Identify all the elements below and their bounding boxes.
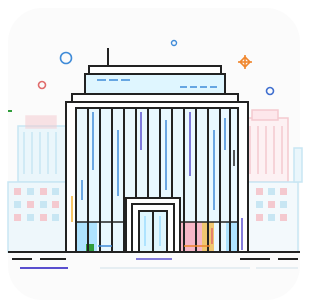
- office-building-icon: [7, 39, 303, 269]
- decor-circle-blue-icon: [59, 51, 73, 65]
- decor-circle-navy-icon: [265, 86, 275, 96]
- top-band: [84, 73, 226, 95]
- decor-circle-red-icon: [37, 80, 47, 90]
- decor-diamond-orange-icon: [238, 55, 252, 69]
- entrance-door: [125, 197, 181, 253]
- upper-ledge: [71, 93, 239, 103]
- illustration-stage: [0, 0, 304, 304]
- decor-dot-blue-icon: [170, 39, 178, 47]
- background-building-left: [7, 115, 69, 253]
- background-building-right: [239, 109, 303, 253]
- roof-cap: [88, 65, 222, 75]
- main-building: [65, 48, 249, 253]
- ground-line: [8, 251, 300, 269]
